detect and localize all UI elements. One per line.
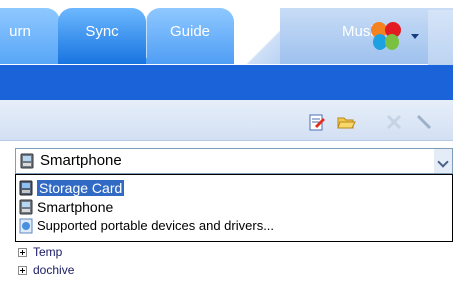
device-select-value: Smartphone (40, 152, 122, 169)
smartphone-icon (20, 153, 34, 169)
dropdown-item-label: Storage Card (35, 178, 126, 197)
open-folder-icon[interactable] (336, 112, 356, 132)
tab-music-label: Musi (342, 23, 374, 40)
tab-strip: urn Sync Guide Musi (0, 0, 453, 65)
tab-burn-label: urn (9, 23, 31, 40)
tab-burn[interactable]: urn (0, 8, 60, 64)
dropdown-item-smartphone[interactable]: Smartphone (19, 197, 113, 216)
tab-sync[interactable]: Sync (58, 8, 146, 64)
dropdown-item-label: Supported portable devices and drivers..… (37, 218, 275, 233)
header-bar (0, 65, 453, 100)
tree-item-label: Temp (33, 245, 63, 259)
tab-guide[interactable]: Guide (146, 8, 234, 64)
expand-plus-icon[interactable] (18, 265, 27, 275)
device-dropdown-list: Storage Card Smartphone Supported portab… (15, 174, 453, 242)
expand-plus-icon[interactable] (18, 247, 27, 257)
tab-overflow (428, 10, 453, 65)
tab-sync-label: Sync (85, 23, 119, 40)
delete-x-icon[interactable] (384, 112, 404, 132)
dropdown-item-storage-card[interactable]: Storage Card (19, 178, 126, 197)
smartphone-icon (19, 199, 33, 214)
dropdown-item-label: Smartphone (37, 198, 114, 215)
tree-item-temp[interactable]: Temp (18, 245, 62, 259)
tree-item-dochive[interactable]: dochive (18, 263, 74, 277)
storage-card-icon (19, 180, 33, 195)
tab-guide-label: Guide (169, 23, 211, 40)
help-globe-icon (19, 218, 33, 233)
tab-divider (146, 18, 147, 58)
pen-icon[interactable] (414, 112, 434, 132)
msn-butterfly-icon (371, 22, 401, 50)
chevron-down-icon[interactable] (434, 149, 452, 173)
device-select[interactable]: Smartphone (15, 148, 453, 174)
tab-divider (234, 18, 235, 58)
chevron-down-icon[interactable] (411, 34, 419, 39)
edit-note-icon[interactable] (307, 112, 327, 132)
tree-item-label: dochive (33, 263, 75, 277)
dropdown-item-supported-devices[interactable]: Supported portable devices and drivers..… (19, 216, 274, 235)
